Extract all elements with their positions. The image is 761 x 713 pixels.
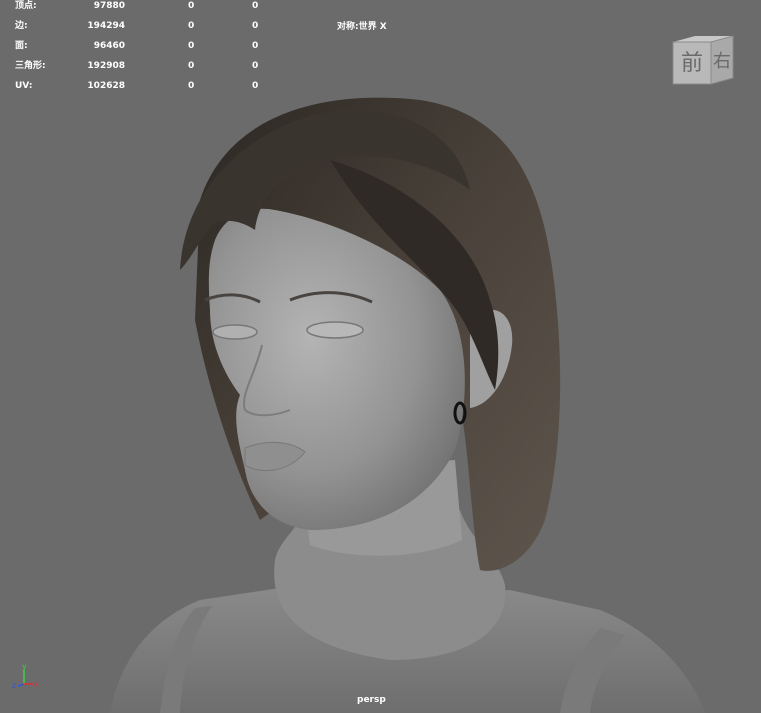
hud-value: 0 — [252, 81, 259, 91]
hud-value: 0 — [252, 61, 259, 71]
z-axis-label: z — [12, 681, 16, 690]
hud-row-vertices: 顶点: 97880 0 0 — [0, 0, 280, 13]
hud-value: 0 — [252, 41, 259, 51]
hud-label: 面: — [15, 41, 28, 51]
hud-value: 0 — [252, 21, 259, 31]
axis-gizmo: y x z — [12, 662, 39, 690]
hud-row-uvs: UV: 102628 0 0 — [0, 79, 280, 93]
hud-value: 0 — [188, 21, 195, 31]
hud-label: UV: — [15, 81, 33, 91]
viewport-panel[interactable]: 顶点: 97880 0 0 边: 194294 0 0 面: 96460 0 0… — [0, 0, 761, 713]
hud-value: 96460 — [93, 41, 125, 51]
y-axis-label: y — [22, 662, 27, 671]
hud-value: 0 — [188, 1, 195, 11]
z-axis-line — [17, 683, 25, 687]
x-axis-label: x — [34, 680, 39, 689]
hud-row-faces: 面: 96460 0 0 — [0, 39, 280, 53]
3d-model-render[interactable] — [0, 0, 761, 713]
symmetry-status: 对称:世界 X — [337, 22, 387, 32]
view-cube[interactable]: 前 右 — [671, 34, 735, 86]
hud-value: 0 — [188, 61, 195, 71]
hud-value: 97880 — [93, 1, 125, 11]
hud-value: 102628 — [87, 81, 125, 91]
hud-label: 顶点: — [15, 1, 37, 11]
hud-row-triangles: 三角形: 192908 0 0 — [0, 59, 280, 73]
left-eye — [212, 324, 258, 340]
view-cube-right-label: 右 — [713, 51, 731, 72]
poly-count-hud: 顶点: 97880 0 0 边: 194294 0 0 面: 96460 0 0… — [0, 0, 280, 100]
hud-value: 194294 — [87, 21, 125, 31]
hud-value: 0 — [252, 1, 259, 11]
hud-value: 0 — [188, 41, 195, 51]
hud-value: 192908 — [87, 61, 125, 71]
hud-label: 边: — [15, 21, 28, 31]
right-eye — [306, 321, 364, 339]
hud-label: 三角形: — [15, 61, 46, 71]
hud-value: 0 — [188, 81, 195, 91]
camera-label: persp — [357, 695, 386, 705]
view-cube-front-label: 前 — [681, 51, 703, 76]
hud-row-edges: 边: 194294 0 0 — [0, 19, 280, 33]
